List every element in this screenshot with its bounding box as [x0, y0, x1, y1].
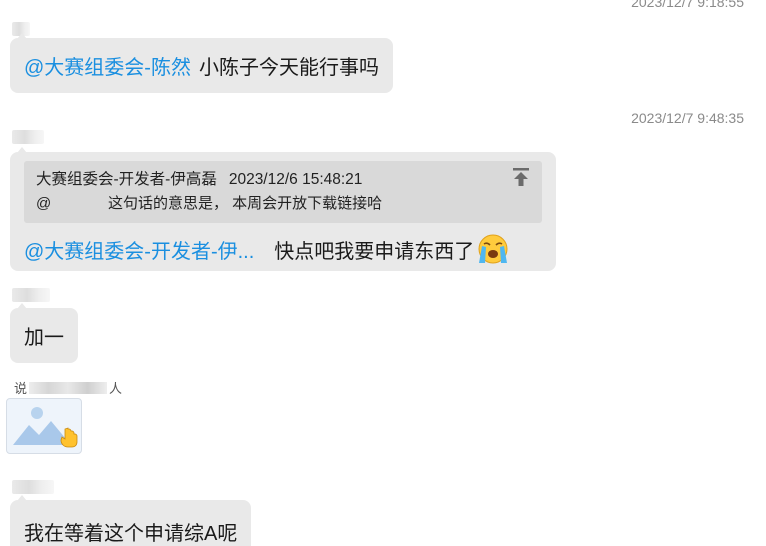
quote-text: 这句话的意思是， 本周会开放下载链接哈	[108, 195, 383, 212]
message-text: 小陈子今天能行事吗	[198, 57, 379, 79]
mention-link[interactable]: @大赛组委会-陈然	[24, 51, 191, 80]
system-note-suffix: 人	[109, 381, 123, 396]
quote-at: @	[36, 195, 52, 212]
quote-body: @ 这句话的意思是， 本周会开放下载链接哈	[36, 192, 382, 213]
mention-link[interactable]: @大赛组委会-开发者-伊...	[24, 235, 254, 264]
message-timestamp: 2023/12/7 9:48:35	[631, 110, 744, 126]
message-bubble[interactable]: 我在等着这个申请综A呢	[10, 495, 252, 546]
image-attachment[interactable]	[6, 398, 82, 454]
message-text: 加一	[24, 327, 64, 349]
message-bubble[interactable]: 加一	[10, 303, 78, 363]
jump-to-original-icon[interactable]	[512, 167, 530, 187]
system-note: 说 人	[14, 378, 122, 397]
quoted-message[interactable]: 大赛组委会-开发者-伊高磊 2023/12/6 15:48:21 @ 这句话的意思是…	[24, 161, 542, 223]
system-note-blurred	[29, 381, 108, 394]
message-content: @大赛组委会-开发者-伊... 快点吧我要申请东西了	[24, 232, 510, 266]
image-placeholder-icon	[13, 407, 78, 448]
message-text: 我在等着这个申请综A呢	[24, 522, 238, 545]
sender-name-blurred	[12, 288, 50, 302]
system-note-prefix: 说	[14, 381, 28, 396]
message-bubble[interactable]: 大赛组委会-开发者-伊高磊 2023/12/6 15:48:21 @ 这句话的意思是…	[10, 147, 556, 271]
quote-author: 大赛组委会-开发者-伊高磊	[36, 171, 217, 188]
quote-header: 大赛组委会-开发者-伊高磊 2023/12/6 15:48:21	[36, 167, 362, 189]
sender-name-blurred	[12, 480, 54, 494]
chat-message-list: 2023/12/7 9:18:55 @大赛组委会-陈然 小陈子今天能行事吗 20…	[0, 0, 766, 546]
message-bubble[interactable]: @大赛组委会-陈然 小陈子今天能行事吗	[10, 33, 393, 93]
crying-face-emoji-icon	[478, 234, 508, 264]
message-text: 快点吧我要申请东西了	[274, 240, 475, 263]
message-timestamp: 2023/12/7 9:18:55	[631, 0, 744, 10]
quote-time: 2023/12/6 15:48:21	[228, 171, 363, 188]
sender-name-blurred	[12, 130, 44, 144]
